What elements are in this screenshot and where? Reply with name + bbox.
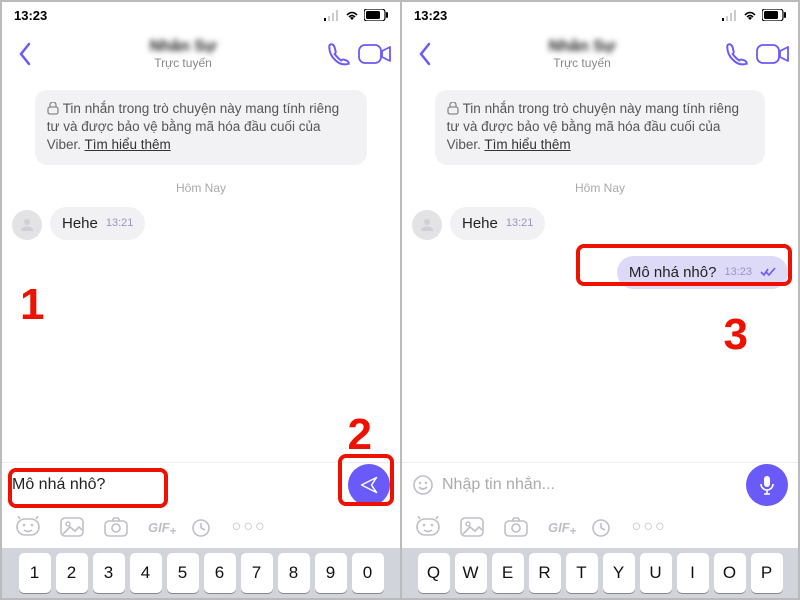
more-icon[interactable]: ○○○ bbox=[632, 518, 667, 536]
key[interactable]: Q bbox=[418, 553, 450, 593]
key[interactable]: 0 bbox=[352, 553, 384, 593]
keyboard-row: 1 2 3 4 5 6 7 8 9 0 bbox=[2, 548, 400, 598]
date-separator: Hôm Nay bbox=[412, 181, 788, 195]
messages-area[interactable]: Tin nhắn trong trò chuyện này mang tính … bbox=[2, 80, 400, 462]
callout-number-1: 1 bbox=[20, 280, 44, 330]
message-input[interactable] bbox=[442, 476, 738, 494]
key[interactable]: R bbox=[529, 553, 561, 593]
timer-icon[interactable] bbox=[190, 516, 212, 538]
camera-icon[interactable] bbox=[504, 517, 528, 537]
incoming-message-row: Hehe 13:21 bbox=[12, 207, 390, 240]
signal-icon bbox=[722, 10, 738, 21]
battery-icon bbox=[364, 9, 388, 21]
message-input[interactable] bbox=[12, 476, 340, 494]
key[interactable]: 9 bbox=[315, 553, 347, 593]
battery-icon bbox=[762, 9, 786, 21]
key[interactable]: T bbox=[566, 553, 598, 593]
left-panel: 13:23 Nhân Sự Trực tuyến Tin nhắn trong … bbox=[2, 2, 400, 598]
timer-icon[interactable] bbox=[590, 516, 612, 538]
key[interactable]: U bbox=[640, 553, 672, 593]
gif-icon[interactable]: GIF+ bbox=[548, 520, 570, 535]
date-separator: Hôm Nay bbox=[12, 181, 390, 195]
key[interactable]: W bbox=[455, 553, 487, 593]
contact-name: Nhân Sự bbox=[150, 37, 217, 56]
status-right bbox=[324, 9, 388, 21]
chat-header: Nhân Sự Trực tuyến bbox=[2, 28, 400, 80]
avatar[interactable] bbox=[412, 210, 442, 240]
more-icon[interactable]: ○○○ bbox=[232, 518, 267, 536]
header-title-block[interactable]: Nhân Sự Trực tuyến bbox=[446, 37, 718, 71]
learn-more-link[interactable]: Tìm hiểu thêm bbox=[84, 137, 170, 152]
message-text: Mô nhá nhô? bbox=[629, 264, 717, 281]
key[interactable]: 4 bbox=[130, 553, 162, 593]
callout-number-3: 3 bbox=[724, 310, 748, 360]
emoji-button[interactable] bbox=[412, 474, 434, 496]
key[interactable]: I bbox=[677, 553, 709, 593]
mic-button[interactable] bbox=[746, 464, 788, 506]
status-time: 13:23 bbox=[14, 8, 47, 23]
contact-name: Nhân Sự bbox=[549, 37, 616, 56]
incoming-bubble[interactable]: Hehe 13:21 bbox=[450, 207, 545, 240]
encryption-notice[interactable]: Tin nhắn trong trò chuyện này mang tính … bbox=[35, 90, 368, 165]
header-title-block[interactable]: Nhân Sự Trực tuyến bbox=[46, 37, 320, 71]
voice-call-button[interactable] bbox=[724, 41, 750, 67]
lock-icon bbox=[47, 102, 59, 115]
wifi-icon bbox=[742, 9, 758, 21]
right-panel: 13:23 Nhân Sự Trực tuyến Tin nhắn trong … bbox=[400, 2, 798, 598]
message-time: 13:21 bbox=[106, 217, 134, 229]
key[interactable]: O bbox=[714, 553, 746, 593]
camera-icon[interactable] bbox=[104, 517, 128, 537]
message-text: Hehe bbox=[462, 215, 498, 232]
incoming-bubble[interactable]: Hehe 13:21 bbox=[50, 207, 145, 240]
key[interactable]: Y bbox=[603, 553, 635, 593]
avatar[interactable] bbox=[12, 210, 42, 240]
contact-status: Trực tuyến bbox=[154, 56, 212, 70]
key[interactable]: 2 bbox=[56, 553, 88, 593]
key[interactable]: 1 bbox=[19, 553, 51, 593]
key[interactable]: E bbox=[492, 553, 524, 593]
sticker-icon[interactable] bbox=[16, 516, 40, 538]
input-bar bbox=[402, 462, 798, 506]
message-time: 13:21 bbox=[506, 217, 534, 229]
encryption-notice[interactable]: Tin nhắn trong trò chuyện này mang tính … bbox=[435, 90, 766, 165]
chat-header: Nhân Sự Trực tuyến bbox=[402, 28, 798, 80]
attachment-icon-strip: GIF+ ○○○ bbox=[402, 506, 798, 548]
sticker-icon[interactable] bbox=[416, 516, 440, 538]
video-call-button[interactable] bbox=[756, 42, 790, 66]
outgoing-message-row: Mô nhá nhô? 13:23 bbox=[412, 256, 788, 289]
keyboard-row: Q W E R T Y U I O P bbox=[402, 548, 798, 598]
back-button[interactable] bbox=[10, 42, 40, 66]
key[interactable]: 5 bbox=[167, 553, 199, 593]
key[interactable]: 6 bbox=[204, 553, 236, 593]
lock-icon bbox=[447, 102, 459, 115]
send-button[interactable] bbox=[348, 464, 390, 506]
gallery-icon[interactable] bbox=[460, 517, 484, 537]
contact-status: Trực tuyến bbox=[553, 56, 611, 70]
message-text: Hehe bbox=[62, 215, 98, 232]
key[interactable]: P bbox=[751, 553, 783, 593]
message-time: 13:23 bbox=[724, 266, 752, 278]
back-button[interactable] bbox=[410, 42, 440, 66]
video-call-button[interactable] bbox=[358, 42, 392, 66]
status-time: 13:23 bbox=[414, 8, 447, 23]
callout-number-2: 2 bbox=[348, 410, 372, 460]
learn-more-link[interactable]: Tìm hiểu thêm bbox=[484, 137, 570, 152]
wifi-icon bbox=[344, 9, 360, 21]
messages-area[interactable]: Tin nhắn trong trò chuyện này mang tính … bbox=[402, 80, 798, 462]
key[interactable]: 7 bbox=[241, 553, 273, 593]
signal-icon bbox=[324, 10, 340, 21]
gif-icon[interactable]: GIF+ bbox=[148, 520, 170, 535]
key[interactable]: 8 bbox=[278, 553, 310, 593]
status-bar: 13:23 bbox=[402, 2, 798, 28]
outgoing-bubble[interactable]: Mô nhá nhô? 13:23 bbox=[617, 256, 788, 289]
gallery-icon[interactable] bbox=[60, 517, 84, 537]
key[interactable]: 3 bbox=[93, 553, 125, 593]
voice-call-button[interactable] bbox=[326, 41, 352, 67]
input-bar bbox=[2, 462, 400, 506]
attachment-icon-strip: GIF+ ○○○ bbox=[2, 506, 400, 548]
incoming-message-row: Hehe 13:21 bbox=[412, 207, 788, 240]
delivered-ticks-icon bbox=[760, 267, 776, 277]
status-right bbox=[722, 9, 786, 21]
status-bar: 13:23 bbox=[2, 2, 400, 28]
